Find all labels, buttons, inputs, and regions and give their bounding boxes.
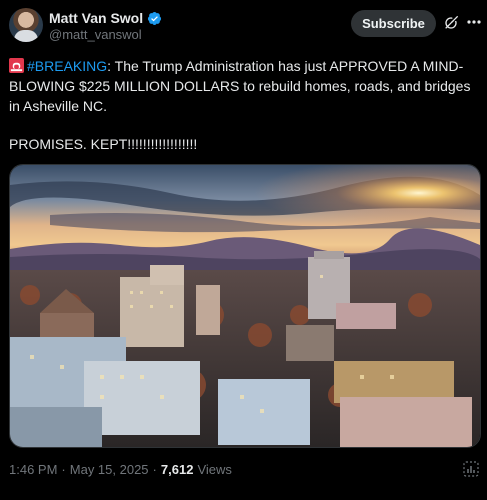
tweet-header: Matt Van Swol @matt_vanswol Subscribe [9, 8, 481, 44]
more-icon[interactable] [467, 20, 481, 24]
asheville-skyline-photo [10, 165, 480, 447]
siren-emoji-icon [9, 58, 24, 73]
verified-badge-icon [148, 11, 162, 25]
avatar[interactable] [9, 8, 43, 42]
tweet-photo[interactable] [9, 164, 481, 448]
tweet-time[interactable]: 1:46 PM [9, 462, 57, 477]
tweet-line-2: PROMISES. KEPT!!!!!!!!!!!!!!!!!! [9, 136, 198, 152]
display-name[interactable]: Matt Van Swol [49, 10, 143, 26]
tweet-meta: 1:46 PM · May 15, 2025 · 7,612 Views [9, 462, 232, 477]
hashtag-link[interactable]: #BREAKING [27, 58, 107, 74]
tweet-date[interactable]: May 15, 2025 [70, 462, 149, 477]
separator-dot: · [61, 462, 66, 477]
author-handle[interactable]: @matt_vanswol [49, 27, 142, 42]
subscribe-button[interactable]: Subscribe [351, 10, 436, 37]
views-label: Views [197, 462, 232, 477]
separator-dot: · [152, 462, 157, 477]
name-row: Matt Van Swol [49, 10, 162, 26]
views-count: 7,612 [160, 462, 194, 477]
grok-icon[interactable] [443, 15, 459, 31]
view-stats-icon[interactable] [463, 461, 479, 477]
tweet-text: #BREAKING: The Trump Administration has … [9, 56, 481, 116]
